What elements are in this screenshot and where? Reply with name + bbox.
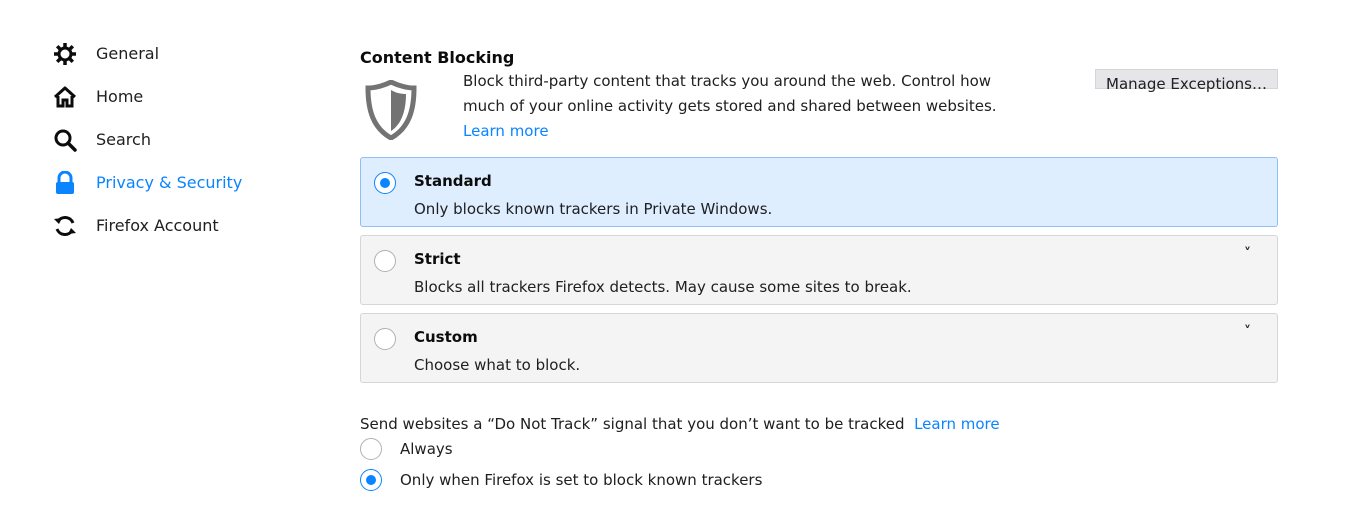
blocking-option-standard[interactable]: Standard Only blocks known trackers in P… — [360, 157, 1278, 227]
shield-icon — [365, 79, 417, 141]
blocking-option-strict[interactable]: Strict Blocks all trackers Firefox detec… — [360, 235, 1278, 305]
blocking-option-custom[interactable]: Custom Choose what to block. ˅ — [360, 313, 1278, 383]
sidebar-item-label: Home — [96, 87, 144, 106]
strict-radio[interactable] — [374, 250, 396, 272]
learn-more-link[interactable]: Learn more — [463, 122, 549, 140]
sidebar-item-home[interactable]: Home — [52, 75, 332, 118]
dnt-option-block-known[interactable]: Only when Firefox is set to block known … — [360, 464, 1278, 495]
option-label: Only when Firefox is set to block known … — [400, 470, 763, 489]
custom-radio[interactable] — [374, 328, 396, 350]
sidebar-item-general[interactable]: General — [52, 32, 332, 75]
block-known-radio[interactable] — [360, 468, 382, 491]
lock-icon — [52, 170, 78, 196]
standard-radio[interactable] — [374, 172, 396, 194]
manage-exceptions-button[interactable]: Manage Exceptions… — [1095, 69, 1278, 93]
content-blocking-intro: Block third-party content that tracks yo… — [360, 69, 1278, 157]
chevron-down-icon[interactable]: ˅ — [1244, 246, 1251, 262]
option-description: Only blocks known trackers in Private Wi… — [414, 200, 773, 218]
option-description: Choose what to block. — [414, 356, 581, 374]
sidebar-item-label: General — [96, 44, 160, 63]
always-radio[interactable] — [360, 437, 382, 460]
dnt-option-always[interactable]: Always — [360, 433, 1278, 464]
sidebar-item-privacy-security[interactable]: Privacy & Security — [52, 161, 332, 204]
sidebar-item-firefox-account[interactable]: Firefox Account — [52, 204, 332, 247]
sidebar-item-search[interactable]: Search — [52, 118, 332, 161]
do-not-track-label: Send websites a “Do Not Track” signal th… — [360, 415, 1000, 433]
privacy-pane: Content Blocking Block third-party conte… — [360, 36, 1278, 495]
search-icon — [52, 127, 78, 153]
option-description: Blocks all trackers Firefox detects. May… — [414, 278, 912, 296]
chevron-down-icon[interactable]: ˅ — [1244, 324, 1251, 340]
sync-icon — [52, 213, 78, 239]
category-sidebar: General Home Search Privacy & Security F… — [52, 32, 332, 247]
option-title: Custom — [414, 328, 478, 346]
gear-icon — [52, 41, 78, 67]
option-title: Standard — [414, 172, 492, 190]
home-icon — [52, 84, 78, 110]
content-blocking-title: Content Blocking — [360, 48, 515, 67]
sidebar-item-label: Privacy & Security — [96, 173, 243, 192]
option-label: Always — [400, 439, 453, 458]
dnt-learn-more-link[interactable]: Learn more — [914, 415, 1000, 433]
content-blocking-description: Block third-party content that tracks yo… — [463, 72, 997, 140]
sidebar-item-label: Firefox Account — [96, 216, 219, 235]
sidebar-item-label: Search — [96, 130, 151, 149]
option-title: Strict — [414, 250, 461, 268]
